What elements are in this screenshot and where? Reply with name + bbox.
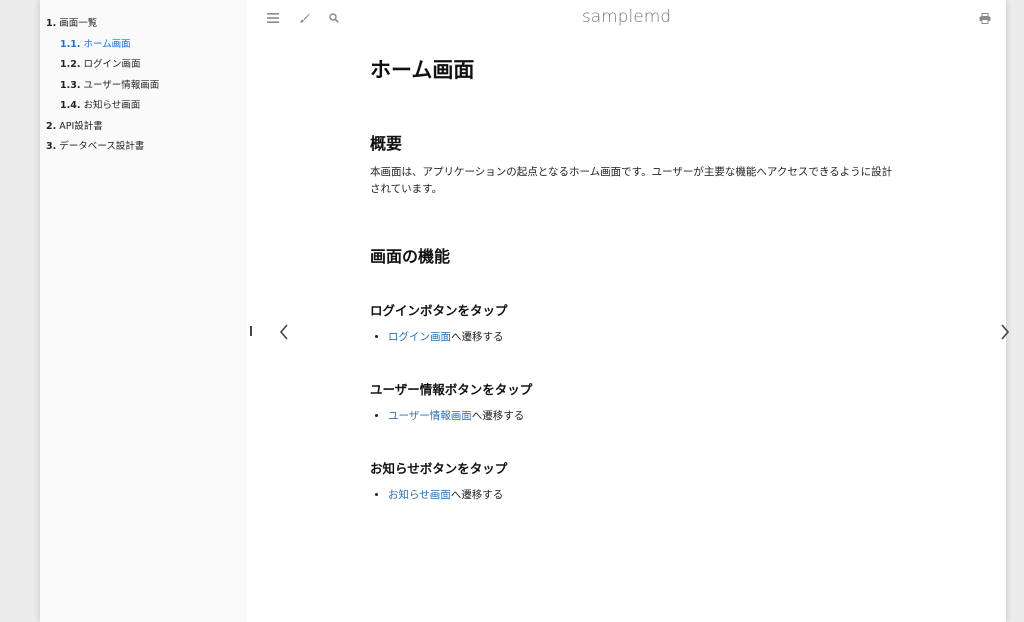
section-list-login: ログイン画面へ遷移する xyxy=(370,329,900,346)
chevron-right-icon xyxy=(1001,324,1010,340)
table-of-contents: 1. 画面一覧 1.1. ホーム画面 1.2. ログイン画面 1.3. ユーザー情報画面… xyxy=(40,0,247,158)
section-heading-user-info: ユーザー情報ボタンをタップ xyxy=(370,382,533,397)
sidebar-item-database-spec[interactable]: 3. データベース設計書 xyxy=(46,137,247,158)
link-suffix: へ遷移する xyxy=(471,410,525,422)
chapter-number: 1.3. xyxy=(60,79,81,91)
chapter-number: 2. xyxy=(46,120,57,132)
sidebar-item-label: ログイン画面 xyxy=(83,59,141,70)
chapter-number: 1. xyxy=(46,18,57,29)
list-item: ユーザー情報画面へ遷移する xyxy=(388,408,900,425)
sidebar-item-label: お知らせ画面 xyxy=(83,100,141,111)
list-item: お知らせ画面へ遷移する xyxy=(388,487,900,504)
sidebar-item-notice-screen[interactable]: 1.4. お知らせ画面 xyxy=(46,96,247,117)
list-item: ログイン画面へ遷移する xyxy=(388,329,900,346)
next-chapter-button[interactable] xyxy=(993,318,1017,346)
sidebar-item-label: API設計書 xyxy=(59,120,103,132)
print-icon[interactable] xyxy=(976,9,994,27)
features-heading: 画面の機能 xyxy=(370,247,451,266)
book-title: samplemd xyxy=(581,7,672,27)
sidebar: 1. 画面一覧 1.1. ホーム画面 1.2. ログイン画面 1.3. ユーザー情報画面… xyxy=(40,0,247,622)
chapter-number: 1.2. xyxy=(60,59,81,70)
sidebar-item-label: ホーム画面 xyxy=(83,38,131,50)
link-suffix: へ遷移する xyxy=(450,489,504,501)
link-suffix: へ遷移する xyxy=(451,331,504,343)
notice-screen-link[interactable]: お知らせ画面 xyxy=(388,489,451,501)
overview-text: 本画面は、アプリケーションの起点となるホーム画面です。ユーザーが主要な機能へアク… xyxy=(370,166,893,195)
section-list-user-info: ユーザー情報画面へ遷移する xyxy=(370,408,900,425)
chapter-number: 1.4. xyxy=(60,100,81,111)
section-heading-notice: お知らせボタンをタップ xyxy=(370,461,508,476)
chapter-number: 1.1. xyxy=(60,38,81,50)
sidebar-item-screen-list[interactable]: 1. 画面一覧 xyxy=(46,14,247,35)
chevron-left-icon xyxy=(279,324,288,340)
login-screen-link[interactable]: ログイン画面 xyxy=(388,331,451,343)
sidebar-item-label: ユーザー情報画面 xyxy=(83,79,160,91)
sidebar-item-home-screen[interactable]: 1.1. ホーム画面 xyxy=(46,35,247,56)
content-area: ホーム画面 概要 本画面は、アプリケーションの起点となるホーム画面です。ユーザー… xyxy=(370,48,900,504)
page-title: ホーム画面 xyxy=(370,58,475,82)
menu-bar: samplemd xyxy=(247,0,1006,36)
previous-chapter-button[interactable] xyxy=(272,318,296,346)
browser-window: 1. 画面一覧 1.1. ホーム画面 1.2. ログイン画面 1.3. ユーザー情報画面… xyxy=(40,0,1010,622)
section-list-notice: お知らせ画面へ遷移する xyxy=(370,487,900,504)
sidebar-item-label: データベース設計書 xyxy=(59,141,145,152)
sidebar-item-label: 画面一覧 xyxy=(59,18,98,29)
section-heading-login: ログインボタンをタップ xyxy=(370,303,508,318)
chapter-number: 3. xyxy=(46,141,57,152)
main-page: samplemd ホーム画面 概要 本画面は、アプリケーションの起点となるホーム… xyxy=(247,0,1010,622)
sidebar-item-user-info-screen[interactable]: 1.3. ユーザー情報画面 xyxy=(46,76,247,97)
overview-heading: 概要 xyxy=(370,134,403,153)
sidebar-item-api-spec[interactable]: 2. API設計書 xyxy=(46,117,247,138)
sidebar-item-login-screen[interactable]: 1.2. ログイン画面 xyxy=(46,55,247,76)
user-info-screen-link[interactable]: ユーザー情報画面 xyxy=(388,410,472,422)
